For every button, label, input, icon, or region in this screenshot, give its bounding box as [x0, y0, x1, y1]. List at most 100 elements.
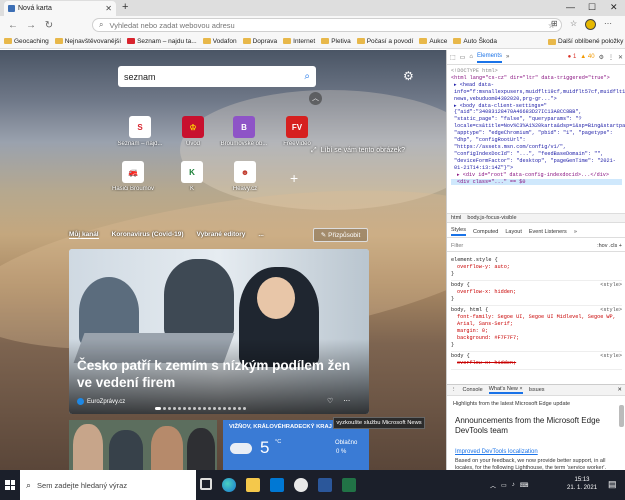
close-icon[interactable]: ✕ — [618, 54, 623, 61]
tab-editors[interactable]: Vybrané editory — [197, 231, 246, 239]
excel-icon[interactable] — [342, 478, 356, 492]
collections-icon[interactable]: ⊞ — [551, 19, 558, 28]
file-explorer-icon[interactable] — [246, 478, 260, 492]
error-count[interactable]: ● 1 — [568, 54, 577, 60]
style-rule[interactable]: body {<style> overflow-x: hidden; — [451, 352, 622, 370]
bookmark-item[interactable]: Nejnavštěvovanější — [54, 38, 121, 45]
rule-source[interactable]: <style> — [600, 307, 622, 314]
warning-count[interactable]: ▲ 40 — [580, 54, 594, 60]
bookmark-item[interactable]: Vodafon — [202, 38, 237, 45]
rule-property[interactable]: margin: 0; — [451, 328, 622, 335]
more-tabs-icon[interactable]: » — [506, 54, 509, 60]
tab-console[interactable]: Console — [463, 387, 483, 393]
rule-property[interactable]: font-family: Segoe UI, Segoe UI Midlevel… — [451, 314, 622, 328]
quick-link-tile[interactable]: 🚒 Hasiči Broumov — [108, 161, 158, 192]
quick-link-tile[interactable]: K K — [167, 161, 217, 192]
add-site-button[interactable]: + — [290, 170, 298, 186]
breadcrumb-item[interactable]: body.js-focus-visible — [467, 215, 516, 221]
more-menu-icon[interactable]: ⋯ — [604, 19, 612, 28]
inspect-icon[interactable]: ⬚ — [450, 54, 456, 61]
dom-line[interactable]: ▸ <div id="root" data-config-indexdocid>… — [451, 172, 622, 179]
more-tabs-button[interactable]: ... — [258, 231, 263, 239]
keyboard-icon[interactable]: ⌨ — [520, 482, 529, 489]
tab-coronavirus[interactable]: Koronavirus (Covid-19) — [112, 231, 184, 239]
filter-tools[interactable]: :hov .cls + — [597, 243, 622, 249]
style-rule[interactable]: body, html {<style> font-family: Segoe U… — [451, 306, 622, 352]
chevron-up-icon[interactable]: ︿ — [490, 481, 496, 490]
filter-input[interactable]: Filter — [451, 243, 593, 249]
word-icon[interactable] — [318, 478, 332, 492]
edge-icon[interactable] — [222, 478, 236, 492]
more-tabs-icon[interactable]: » — [574, 229, 577, 235]
tab-event-listeners[interactable]: Event Listeners — [529, 229, 567, 235]
network-icon[interactable]: ▭ — [501, 482, 507, 489]
more-icon[interactable]: ⋮ — [608, 54, 614, 61]
bookmark-item[interactable]: Geocaching — [4, 38, 49, 45]
tab-new-tab[interactable]: Nová karta ✕ — [4, 1, 116, 16]
refresh-icon[interactable]: ↻ — [40, 20, 58, 31]
quick-link-tile[interactable]: B Broumovské ob... — [219, 116, 269, 147]
rule-property[interactable]: overflow-y: auto; — [451, 264, 622, 271]
bookmark-item[interactable]: Počasí a povodí — [356, 38, 413, 45]
task-view-icon[interactable] — [200, 478, 212, 490]
news-card[interactable] — [69, 420, 217, 470]
app-icon[interactable] — [294, 478, 308, 492]
dom-line-selected[interactable]: <div class="..." == $0 — [451, 178, 622, 186]
bookmark-item[interactable]: Aukce — [419, 38, 447, 45]
gear-icon[interactable]: ⚙ — [403, 69, 414, 83]
forward-icon[interactable]: → — [22, 20, 40, 31]
favorites-icon[interactable]: ☆ — [570, 19, 577, 28]
tab-whats-new[interactable]: What's New × — [488, 386, 523, 394]
bookmark-item[interactable]: Internet — [283, 38, 315, 45]
scrollbar[interactable] — [619, 405, 624, 427]
other-favorites[interactable]: Další oblíbené položky — [548, 38, 624, 45]
hero-headline[interactable]: Česko patří k zemím s nízkým podílem žen… — [77, 357, 367, 391]
dom-line[interactable]: <!DOCTYPE html> — [451, 68, 622, 75]
close-tab-icon[interactable]: ✕ — [105, 4, 112, 13]
dom-line[interactable]: ▸ <body data-client-settings="{"aid":"34… — [451, 103, 625, 172]
notification-icon[interactable]: ▤ — [608, 479, 617, 490]
quick-link-tile[interactable]: FV FreeVideo — [272, 116, 322, 147]
bookmark-item[interactable]: Seznam – najdu ta... — [127, 38, 197, 45]
clock[interactable]: 15:13 21. 1. 2021 — [567, 476, 597, 492]
customize-button[interactable]: ✎ Přizpůsobit — [313, 228, 368, 242]
search-input[interactable]: seznam — [124, 72, 304, 82]
bookmark-item[interactable]: Auto Škoda — [453, 38, 497, 45]
search-box[interactable]: seznam ⌕ — [118, 66, 316, 87]
search-icon[interactable]: ⌕ — [304, 71, 310, 82]
minimize-button[interactable]: — — [566, 2, 575, 12]
quick-link-tile[interactable]: ♔ Úvod — [168, 116, 218, 147]
dom-line[interactable]: ▸ <head data-info="f:msnallexpusers,muid… — [451, 82, 625, 103]
tab-layout[interactable]: Layout — [505, 229, 522, 235]
store-icon[interactable] — [270, 478, 284, 492]
carousel-dots[interactable] — [155, 407, 246, 410]
bookmark-item[interactable]: Doprava — [242, 38, 277, 45]
new-tab-button[interactable]: + — [122, 1, 128, 13]
drawer-menu-icon[interactable]: ⋮ — [451, 387, 457, 393]
dom-line[interactable]: <html lang="cs-cz" dir="ltr" data-trigge… — [451, 75, 622, 82]
avatar[interactable] — [585, 19, 596, 30]
quick-link-tile[interactable]: S Seznam – najd... — [115, 116, 165, 147]
tab-styles[interactable]: Styles — [451, 227, 466, 236]
settings-icon[interactable]: ⚙ — [599, 54, 604, 61]
rule-property[interactable]: overflow-x: hidden; — [451, 289, 622, 296]
start-button[interactable] — [0, 470, 20, 500]
rule-source[interactable]: <style> — [600, 282, 622, 289]
tab-issues[interactable]: Issues — [529, 387, 545, 393]
quick-link-tile[interactable]: ☻ Heavy.cz — [220, 161, 270, 192]
tab-elements[interactable]: Elements — [476, 51, 502, 63]
chevron-up-icon[interactable]: ︿ — [309, 92, 322, 105]
tab-computed[interactable]: Computed — [473, 229, 498, 235]
image-feedback[interactable]: ⤢ Líbí se vám tento obrázek? — [311, 147, 405, 155]
breadcrumb-item[interactable]: html — [451, 215, 461, 221]
heart-icon[interactable]: ♡ — [327, 397, 333, 405]
hero-card[interactable]: Česko patří k zemím s nízkým podílem žen… — [69, 249, 369, 414]
bookmark-item[interactable]: Pletiva — [321, 38, 351, 45]
more-icon[interactable]: ⋯ — [343, 397, 350, 405]
dom-tree[interactable]: <!DOCTYPE html> <html lang="cs-cz" dir="… — [447, 66, 625, 222]
close-icon[interactable]: ✕ — [617, 387, 622, 393]
device-icon[interactable]: ▭ — [460, 54, 466, 61]
taskbar-search[interactable]: ⌕ Sem zadejte hledaný výraz — [20, 470, 196, 500]
back-icon[interactable]: ← — [4, 20, 22, 31]
volume-icon[interactable]: ♪ — [512, 482, 515, 488]
